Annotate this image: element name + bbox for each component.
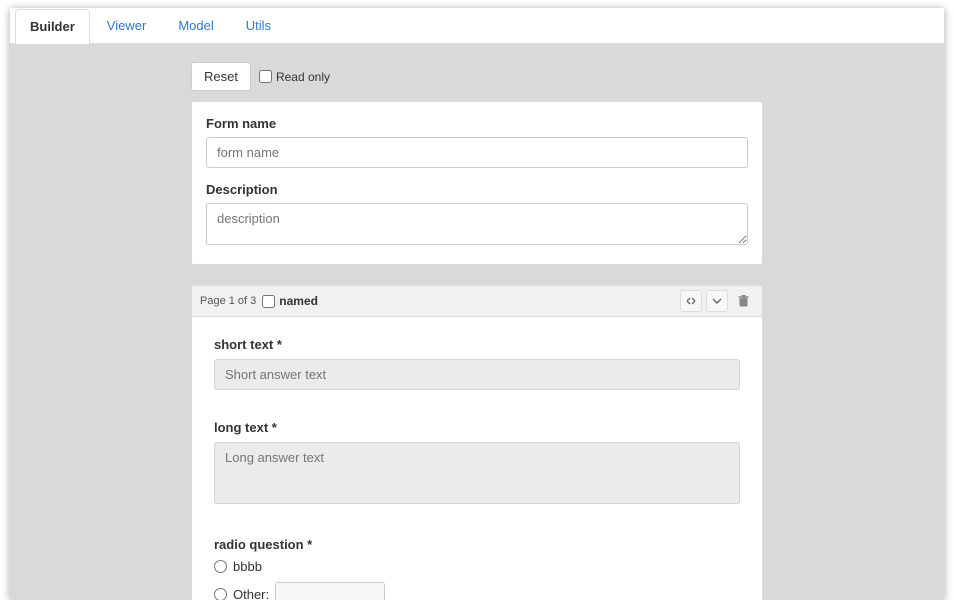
page-counter: Page 1 of 3	[200, 295, 256, 307]
radio-option-1-label: bbbb	[233, 559, 262, 574]
tab-builder[interactable]: Builder	[15, 9, 90, 44]
radio-other-label: Other:	[233, 587, 269, 600]
tab-bar: Builder Viewer Model Utils	[10, 8, 944, 44]
short-text-label: short text *	[214, 337, 740, 352]
question-radio: radio question * bbbb Other:	[214, 537, 740, 600]
long-text-preview	[214, 442, 740, 504]
radio-option-other[interactable]	[214, 588, 227, 600]
radio-option-1[interactable]	[214, 560, 227, 573]
reset-button[interactable]: Reset	[191, 62, 251, 91]
tab-viewer[interactable]: Viewer	[92, 8, 162, 43]
radio-question-label: radio question *	[214, 537, 740, 552]
question-long-text: long text *	[214, 420, 740, 507]
page-named-label: named	[279, 294, 318, 308]
workspace: Reset Read only Form name Description	[10, 44, 944, 600]
page-card: Page 1 of 3 named	[191, 285, 763, 600]
form-meta-panel: Form name Description	[191, 101, 763, 265]
form-name-label: Form name	[206, 116, 748, 131]
tab-utils[interactable]: Utils	[231, 8, 286, 43]
trash-icon[interactable]	[732, 290, 754, 312]
page-named-toggle[interactable]: named	[262, 294, 318, 308]
long-text-label: long text *	[214, 420, 740, 435]
form-name-input[interactable]	[206, 137, 748, 168]
read-only-label: Read only	[276, 70, 330, 84]
collapse-icon[interactable]	[680, 290, 702, 312]
tab-model[interactable]: Model	[163, 8, 228, 43]
page-body: short text * long text * radio question …	[192, 317, 762, 600]
radio-other-input[interactable]	[275, 582, 385, 600]
question-short-text: short text *	[214, 337, 740, 390]
page-header: Page 1 of 3 named	[192, 286, 762, 317]
description-label: Description	[206, 182, 748, 197]
read-only-checkbox[interactable]	[259, 70, 272, 83]
chevron-down-icon[interactable]	[706, 290, 728, 312]
read-only-toggle[interactable]: Read only	[259, 70, 330, 84]
description-input[interactable]	[206, 203, 748, 245]
page-named-checkbox[interactable]	[262, 295, 275, 308]
top-controls: Reset Read only	[191, 62, 763, 91]
short-text-preview	[214, 359, 740, 390]
